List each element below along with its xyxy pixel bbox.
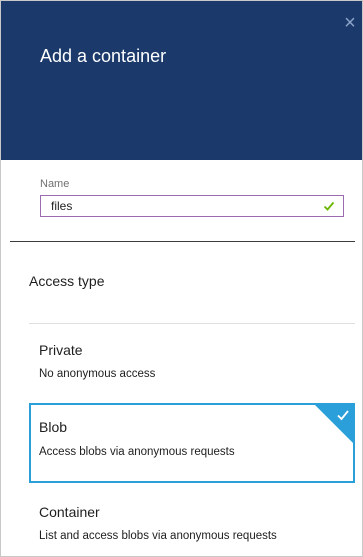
checkmark-icon	[323, 201, 335, 211]
option-title: Blob	[39, 419, 68, 435]
name-label: Name	[40, 178, 70, 190]
access-type-heading: Access type	[29, 273, 105, 289]
access-option-private[interactable]: Private No anonymous access	[29, 330, 355, 390]
access-option-blob[interactable]: Blob Access blobs via anonymous requests	[29, 403, 355, 483]
close-icon[interactable]: ×	[341, 13, 359, 33]
name-input[interactable]	[41, 196, 311, 216]
access-option-container[interactable]: Container List and access blobs via anon…	[29, 492, 355, 552]
name-field[interactable]	[40, 195, 344, 217]
option-title: Private	[39, 342, 83, 358]
section-divider	[10, 241, 355, 242]
selected-checkmark-icon	[337, 410, 349, 421]
option-description: No anonymous access	[39, 368, 156, 380]
blade-header: Add a container ×	[0, 0, 363, 160]
option-title: Container	[39, 504, 100, 520]
option-description: Access blobs via anonymous requests	[39, 446, 235, 458]
option-description: List and access blobs via anonymous requ…	[39, 530, 277, 542]
access-type-divider	[29, 323, 355, 324]
blade-title: Add a container	[40, 46, 167, 66]
